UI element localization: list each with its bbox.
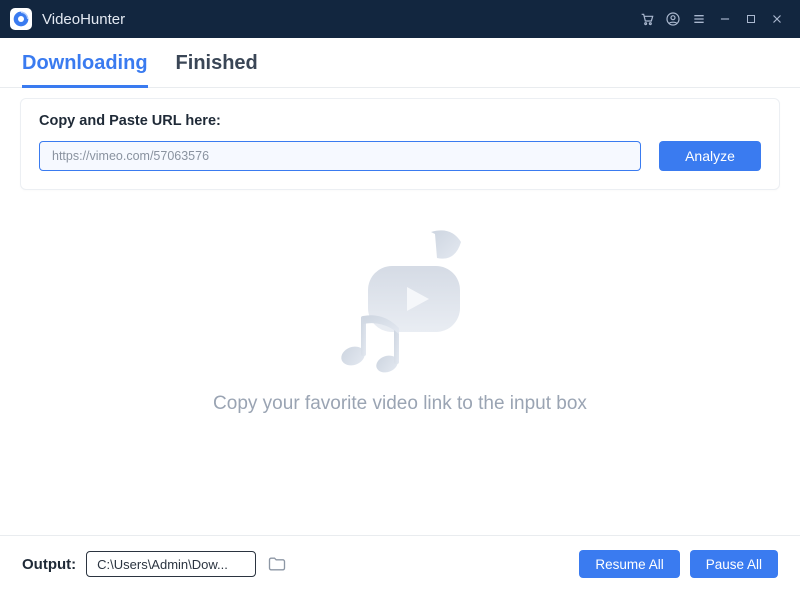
close-button[interactable] — [764, 0, 790, 38]
url-card-label: Copy and Paste URL here: — [39, 113, 761, 129]
app-logo — [10, 8, 32, 30]
folder-icon — [267, 554, 287, 574]
pause-all-button[interactable]: Pause All — [690, 550, 778, 578]
titlebar: VideoHunter — [0, 0, 800, 38]
account-icon[interactable] — [660, 0, 686, 38]
tab-bar: Downloading Finished — [0, 38, 800, 88]
menu-icon[interactable] — [686, 0, 712, 38]
app-logo-icon — [13, 11, 29, 27]
output-label: Output: — [22, 556, 76, 573]
app-title: VideoHunter — [42, 11, 125, 28]
tab-downloading[interactable]: Downloading — [22, 52, 148, 88]
footer-bar: Output: C:\Users\Admin\Dow... Resume All… — [0, 535, 800, 592]
maximize-button[interactable] — [738, 0, 764, 38]
minimize-button[interactable] — [712, 0, 738, 38]
empty-state: Copy your favorite video link to the inp… — [0, 190, 800, 415]
output-path-field[interactable]: C:\Users\Admin\Dow... — [86, 551, 256, 577]
tab-finished[interactable]: Finished — [176, 52, 258, 88]
empty-hint-text: Copy your favorite video link to the inp… — [0, 393, 800, 415]
url-input[interactable] — [39, 141, 641, 171]
browse-folder-button[interactable] — [266, 553, 288, 575]
url-card: Copy and Paste URL here: Analyze — [20, 98, 780, 190]
analyze-button[interactable]: Analyze — [659, 141, 761, 171]
resume-all-button[interactable]: Resume All — [579, 550, 679, 578]
empty-illustration — [313, 224, 488, 379]
cart-icon[interactable] — [634, 0, 660, 38]
